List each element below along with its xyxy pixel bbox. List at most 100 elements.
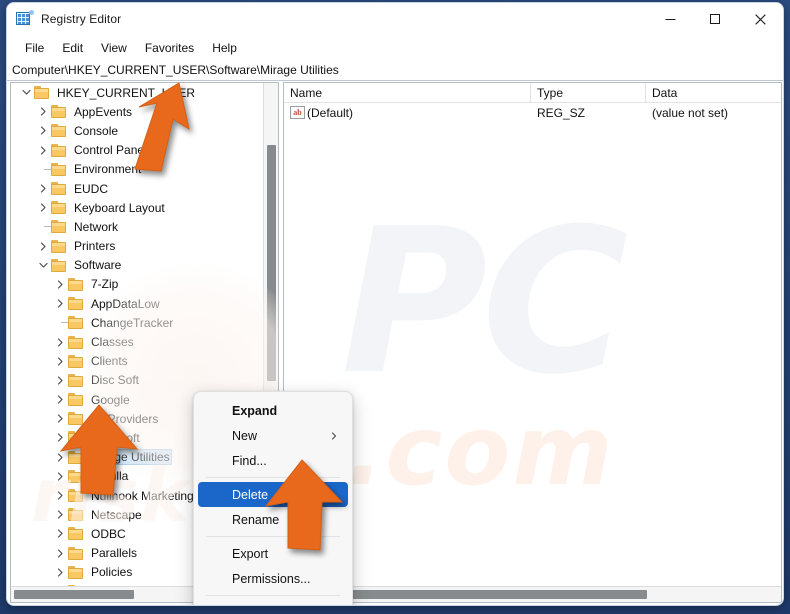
tree-hscroll-thumb[interactable] — [14, 590, 134, 599]
folder-icon — [68, 489, 85, 503]
chevron-right-icon[interactable] — [36, 184, 51, 193]
chevron-right-icon[interactable] — [53, 376, 68, 385]
context-menu-separator — [206, 477, 340, 478]
tree-item-label: Policies — [91, 565, 133, 580]
chevron-right-icon[interactable] — [53, 491, 68, 500]
chevron-right-icon[interactable] — [36, 241, 51, 251]
folder-icon — [51, 124, 68, 138]
column-header-type[interactable]: Type — [531, 83, 646, 102]
context-menu-item-label: Find... — [232, 453, 267, 468]
title-bar: Registry Editor — [7, 3, 783, 35]
tree-item[interactable]: Disc Soft — [11, 371, 263, 390]
chevron-right-icon[interactable] — [53, 395, 68, 404]
tree-item-label: Keyboard Layout — [74, 200, 165, 215]
folder-icon — [68, 297, 85, 311]
values-hscroll-thumb[interactable] — [317, 590, 647, 599]
chevron-right-icon[interactable] — [36, 107, 51, 116]
tree-item-label: ChangeTracker — [91, 315, 174, 330]
folder-icon — [68, 335, 85, 349]
menu-help[interactable]: Help — [203, 38, 246, 58]
tree-item-label: Mozilla — [91, 469, 129, 484]
tree-item-label: EUDC — [74, 181, 109, 196]
context-menu-item[interactable]: Find... — [198, 448, 348, 473]
tree-item[interactable]: Classes — [11, 332, 263, 351]
tree-item[interactable]: Environment — [11, 160, 263, 179]
chevron-right-icon[interactable] — [53, 414, 68, 423]
chevron-right-icon[interactable] — [53, 548, 68, 558]
chevron-right-icon[interactable] — [53, 280, 68, 289]
folder-icon — [51, 201, 68, 215]
chevron-down-icon[interactable] — [19, 88, 34, 97]
tree-item[interactable]: EUDC — [11, 179, 263, 198]
folder-icon — [51, 143, 68, 157]
tree-item[interactable]: 7-Zip — [11, 275, 263, 294]
tree-guide-line — [36, 168, 51, 170]
maximize-button[interactable] — [693, 3, 738, 35]
menu-file[interactable]: File — [16, 38, 53, 58]
chevron-right-icon[interactable] — [36, 203, 51, 212]
chevron-right-icon[interactable] — [53, 337, 68, 347]
folder-icon — [68, 527, 85, 541]
close-button[interactable] — [738, 3, 783, 35]
chevron-right-icon[interactable] — [36, 126, 51, 136]
folder-icon — [68, 354, 85, 368]
context-menu-item[interactable]: Permissions... — [198, 566, 348, 591]
chevron-right-icon[interactable] — [53, 357, 68, 366]
registry-editor-icon — [16, 10, 34, 27]
context-menu-item-label: Expand — [232, 403, 278, 418]
context-menu-item[interactable]: Copy Key Name — [198, 600, 348, 605]
tree-guide-line — [36, 226, 51, 228]
tree-item[interactable]: Printers — [11, 237, 263, 256]
tree-vscroll-thumb[interactable] — [267, 145, 276, 381]
tree-item[interactable]: Network — [11, 217, 263, 236]
tree-item-label: Printers — [74, 239, 116, 254]
menu-favorites[interactable]: Favorites — [136, 38, 203, 58]
context-menu-item[interactable]: New — [198, 423, 348, 448]
value-row-default[interactable]: ab (Default) REG_SZ (value not set) — [284, 103, 781, 122]
tree-item-label: Console — [74, 123, 119, 138]
tree-item[interactable]: Control Panel — [11, 141, 263, 160]
context-menu-item-label: Rename — [232, 512, 280, 527]
values-horizontal-scrollbar[interactable] — [284, 586, 781, 602]
tree-item-label: 7-Zip — [91, 277, 119, 292]
column-header-name[interactable]: Name — [284, 83, 531, 102]
context-menu-item-label: Export — [232, 546, 269, 561]
tree-item[interactable]: Clients — [11, 352, 263, 371]
value-type-cell: REG_SZ — [537, 105, 586, 120]
context-menu-item[interactable]: Export — [198, 541, 348, 566]
chevron-right-icon[interactable] — [53, 510, 68, 519]
tree-item[interactable]: AppEvents — [11, 102, 263, 121]
tree-item[interactable]: Keyboard Layout — [11, 198, 263, 217]
folder-icon — [51, 105, 68, 119]
tree-item-label: Control Panel — [74, 143, 147, 158]
watermark-pcrisk: PC .com — [341, 203, 761, 563]
tree-item-label: AppDataLow — [91, 296, 160, 311]
panes-container: risk HKEY_CURRENT_USER AppEvents Console Co… — [10, 82, 782, 603]
chevron-right-icon[interactable] — [53, 472, 68, 481]
chevron-right-icon[interactable] — [53, 299, 68, 308]
tree-item[interactable]: ChangeTracker — [11, 313, 263, 332]
tree-item[interactable]: Software — [11, 256, 263, 275]
window-title: Registry Editor — [41, 12, 122, 26]
chevron-right-icon[interactable] — [36, 146, 51, 155]
chevron-right-icon[interactable] — [53, 568, 68, 577]
context-menu-item[interactable]: Delete — [198, 482, 348, 507]
menu-view[interactable]: View — [92, 38, 136, 58]
chevron-down-icon[interactable] — [36, 261, 51, 270]
chevron-right-icon[interactable] — [53, 433, 68, 443]
minimize-button[interactable] — [648, 3, 693, 35]
chevron-right-icon[interactable] — [53, 529, 68, 539]
tree-item[interactable]: Console — [11, 121, 263, 140]
tree-item-label: ODBC — [91, 526, 126, 541]
chevron-right-icon — [330, 429, 338, 443]
context-menu-item[interactable]: Rename — [198, 507, 348, 532]
context-menu-item[interactable]: Expand — [198, 398, 348, 423]
registry-path-bar[interactable]: Computer\HKEY_CURRENT_USER\Software\Mira… — [7, 60, 783, 81]
menu-edit[interactable]: Edit — [53, 38, 92, 58]
tree-item-label: Microsoft — [91, 430, 140, 445]
chevron-right-icon[interactable] — [53, 453, 68, 462]
column-header-data[interactable]: Data — [646, 83, 781, 102]
ab-string-icon: ab — [290, 106, 305, 119]
tree-item[interactable]: HKEY_CURRENT_USER — [11, 83, 263, 102]
tree-item[interactable]: AppDataLow — [11, 294, 263, 313]
